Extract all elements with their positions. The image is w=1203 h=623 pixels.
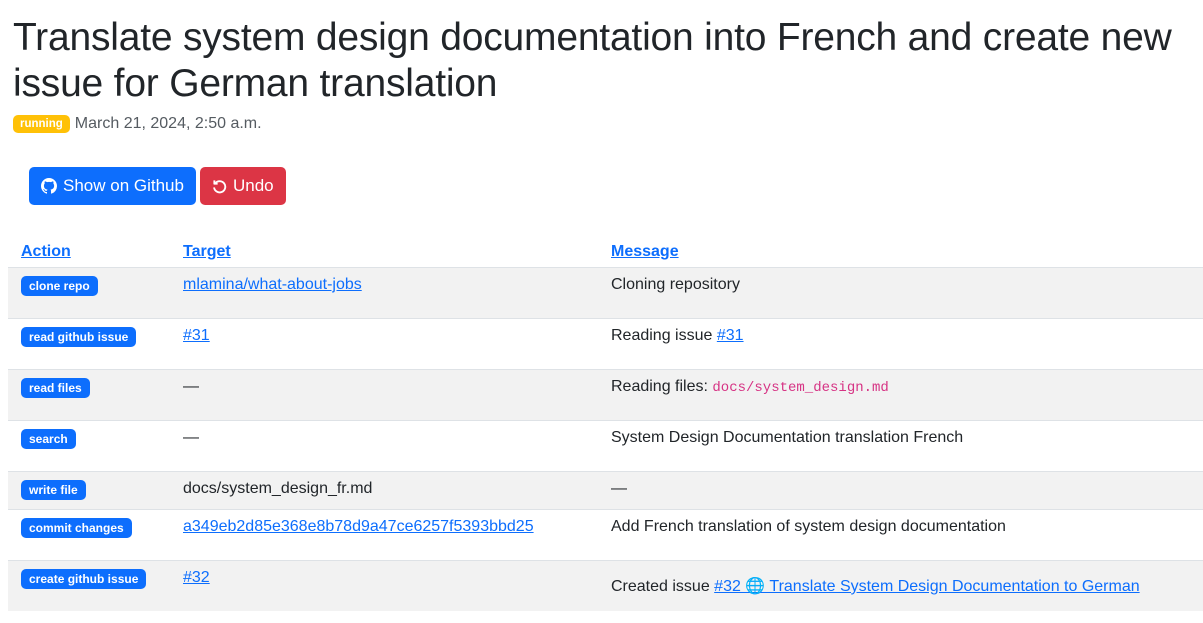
action-badge: search xyxy=(21,429,76,449)
target-link[interactable]: #32 xyxy=(183,569,210,586)
header-action[interactable]: Action xyxy=(21,243,71,260)
undo-label: Undo xyxy=(232,176,274,195)
target-link[interactable]: #31 xyxy=(183,327,210,344)
action-badge: write file xyxy=(21,480,86,500)
message-text: Cloning repository xyxy=(598,267,1203,319)
table-row: read github issue #31 Reading issue #31 xyxy=(8,318,1203,370)
table-row: read files — Reading files: docs/system_… xyxy=(8,369,1203,421)
target-text: docs/system_design_fr.md xyxy=(170,471,598,510)
action-badge: create github issue xyxy=(21,569,147,589)
table-row: write file docs/system_design_fr.md — xyxy=(8,471,1203,510)
show-on-github-label: Show on Github xyxy=(63,176,184,195)
action-badge: read github issue xyxy=(21,327,137,347)
message-text: Reading issue xyxy=(611,327,717,344)
table-row: clone repo mlamina/what-about-jobs Cloni… xyxy=(8,267,1203,319)
message-link[interactable]: #31 xyxy=(717,327,744,344)
file-path-code: docs/system_design.md xyxy=(712,380,889,396)
table-row: create github issue #32 Created issue #3… xyxy=(8,560,1203,611)
message-text: System Design Documentation translation … xyxy=(598,420,1203,472)
page-title: Translate system design documentation in… xyxy=(13,16,1172,105)
action-badge: commit changes xyxy=(21,518,132,538)
table-row: search — System Design Documentation tra… xyxy=(8,420,1203,472)
message-text: Add French translation of system design … xyxy=(598,509,1203,561)
table-row: commit changes a349eb2d85e368e8b78d9a47c… xyxy=(8,509,1203,561)
header-target[interactable]: Target xyxy=(183,243,231,260)
undo-button[interactable]: Undo xyxy=(199,167,286,205)
status-badge: running xyxy=(13,115,70,133)
message-text: — xyxy=(598,471,1203,510)
timestamp: March 21, 2024, 2:50 a.m. xyxy=(74,115,262,132)
message-text: Created issue xyxy=(611,578,715,595)
meta-row: running March 21, 2024, 2:50 a.m. xyxy=(13,115,1203,133)
message-text: Reading files: xyxy=(611,378,713,395)
action-badge: read files xyxy=(21,378,90,398)
target-link[interactable]: mlamina/what-about-jobs xyxy=(183,276,362,293)
target-text: — xyxy=(170,369,598,421)
header-message[interactable]: Message xyxy=(611,243,679,260)
action-badge: clone repo xyxy=(21,276,98,296)
message-link[interactable]: #32 🌐 Translate System Design Documentat… xyxy=(714,578,1139,595)
show-on-github-button[interactable]: Show on Github xyxy=(29,167,196,205)
target-text: — xyxy=(170,420,598,472)
github-icon xyxy=(41,178,57,194)
undo-icon xyxy=(213,179,227,193)
actions-table: Action Target Message clone repo mlamina… xyxy=(8,243,1203,611)
commit-link[interactable]: a349eb2d85e368e8b78d9a47ce6257f5393bbd25 xyxy=(183,518,534,535)
